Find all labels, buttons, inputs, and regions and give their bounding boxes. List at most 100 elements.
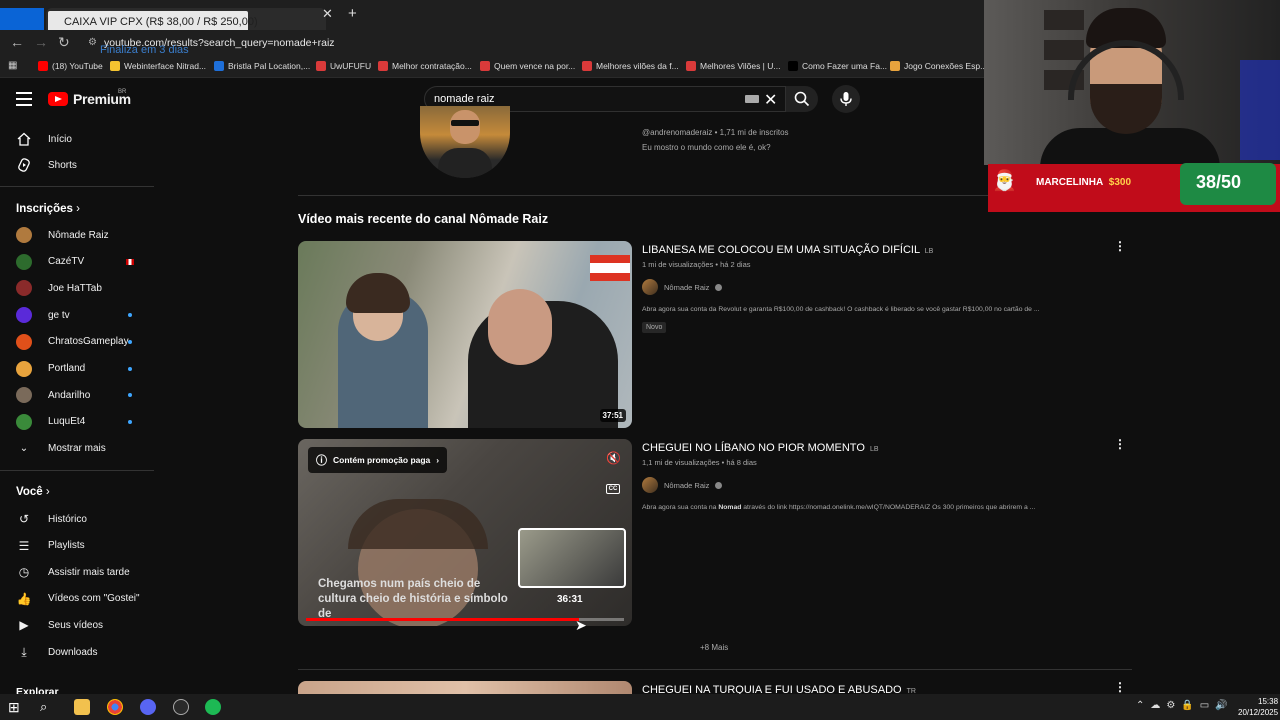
sidebar-item-label: Assistir mais tarde bbox=[48, 566, 130, 578]
sidebar-item-label: Downloads bbox=[48, 646, 98, 658]
youtube-play-icon bbox=[48, 92, 68, 106]
voice-search-button[interactable] bbox=[832, 85, 860, 113]
bookmark-label: Como Fazer uma Fa... bbox=[802, 61, 888, 71]
you-heading-label: Você bbox=[16, 486, 43, 498]
sidebar-subscription-item[interactable]: Nômade Raiz bbox=[16, 222, 146, 248]
bookmark-item[interactable]: Como Fazer uma Fa... bbox=[788, 61, 887, 71]
bookmark-favicon-icon bbox=[110, 61, 120, 71]
clock-time: 15:38 bbox=[1258, 697, 1279, 706]
sidebar-item-download[interactable]: ⤓ Downloads bbox=[16, 639, 146, 665]
you-heading[interactable]: Você › bbox=[16, 486, 50, 498]
bookmark-item[interactable]: Melhores Vilões | U... bbox=[686, 61, 780, 71]
search-icon[interactable]: ⌕ bbox=[40, 699, 56, 715]
app-icon[interactable] bbox=[140, 699, 156, 715]
clear-search-icon[interactable]: ✕ bbox=[764, 90, 777, 110]
sidebar-item-label: Portland bbox=[48, 363, 86, 374]
back-icon[interactable]: ← bbox=[10, 34, 24, 50]
sidebar-item-label: Joe HaTTab bbox=[48, 282, 102, 294]
seek-preview-time: 36:31 bbox=[557, 594, 583, 605]
sidebar-item-label: Vídeos com "Gostei" bbox=[48, 593, 140, 605]
sidebar-item-label: LuquEt4 bbox=[48, 416, 86, 428]
channel-avatar[interactable] bbox=[420, 106, 510, 178]
chevron-down-icon: ⌄ bbox=[19, 442, 29, 454]
close-tab-icon[interactable]: ✕ bbox=[322, 6, 333, 22]
sidebar-item-label: Shorts bbox=[48, 159, 77, 171]
video-thumbnail[interactable] bbox=[298, 681, 632, 694]
channel-avatar-icon bbox=[16, 280, 32, 297]
bookmark-item[interactable]: Bristla Pal Location,... bbox=[214, 61, 310, 71]
mute-icon[interactable]: 🔇 bbox=[606, 451, 621, 465]
new-content-dot bbox=[128, 419, 132, 424]
obs-icon[interactable] bbox=[173, 699, 189, 715]
sidebar-item-label: Playlists bbox=[48, 540, 85, 552]
forward-icon[interactable]: → bbox=[34, 34, 48, 50]
mouse-cursor-icon: ➤ bbox=[575, 617, 587, 633]
sidebar-item-label: Nômade Raiz bbox=[48, 229, 109, 241]
sidebar-item-watch-later[interactable]: ◷ Assistir mais tarde bbox=[16, 559, 146, 585]
sidebar-subscription-item[interactable]: ge tv bbox=[16, 302, 146, 328]
video-channel[interactable]: Nômade Raiz bbox=[642, 279, 723, 295]
spotify-icon[interactable] bbox=[205, 699, 221, 715]
video-thumbnail[interactable]: 37:51 bbox=[298, 241, 632, 428]
sidebar-item-like[interactable]: 👍 Vídeos com "Gostei" bbox=[16, 586, 146, 612]
windows-start-icon[interactable]: ⊞ bbox=[8, 699, 24, 715]
bookmark-item[interactable]: Melhor contratação... bbox=[378, 61, 472, 71]
bookmark-item[interactable]: Quem vence na por... bbox=[480, 61, 575, 71]
channel-description: Eu mostro o mundo como ele é, ok? bbox=[642, 143, 771, 152]
more-actions-icon[interactable]: ⋮ bbox=[1114, 680, 1126, 694]
donor-name: MARCELINHA bbox=[1036, 177, 1104, 188]
video-title[interactable]: CHEGUEI NO LÍBANO NO PIOR MOMENTO LB bbox=[642, 442, 879, 454]
system-tray-icons[interactable]: ⌃☁⚙🔒▭🔊 bbox=[1136, 700, 1234, 711]
sidebar-subscription-item[interactable]: Portland bbox=[16, 356, 146, 382]
file-explorer-icon[interactable] bbox=[74, 699, 90, 715]
paid-promotion-chip[interactable]: ⓘ Contém promoção paga › bbox=[308, 447, 448, 473]
more-videos-link[interactable]: +8 Mais bbox=[700, 643, 728, 652]
sidebar-subscription-item[interactable]: LuquEt4 bbox=[16, 409, 146, 435]
sidebar-item-shorts[interactable]: Shorts bbox=[16, 152, 146, 178]
more-actions-icon[interactable]: ⋮ bbox=[1114, 239, 1126, 253]
download-icon: ⤓ bbox=[21, 644, 27, 659]
bookmark-favicon-icon bbox=[480, 61, 490, 71]
apps-grid-icon[interactable]: ▦ bbox=[8, 60, 17, 71]
channel-avatar-icon bbox=[16, 333, 32, 350]
video-title-text: CHEGUEI NO LÍBANO NO PIOR MOMENTO bbox=[642, 442, 865, 454]
sidebar-item-playlists[interactable]: ☰ Playlists bbox=[16, 533, 146, 559]
subscriptions-heading[interactable]: Inscrições › bbox=[16, 203, 80, 215]
chevron-right-icon: › bbox=[45, 486, 50, 498]
bookmark-item[interactable]: Jogo Conexões Esp... bbox=[890, 61, 987, 71]
video-description: Abra agora sua conta na Nomad através do… bbox=[642, 504, 1035, 511]
bookmark-item[interactable]: (18) YouTube bbox=[38, 61, 103, 71]
live-caption: Chegamos num país cheio de cultura cheio… bbox=[318, 578, 508, 620]
video-channel[interactable]: Nômade Raiz bbox=[642, 477, 723, 493]
sidebar-subscription-item[interactable]: ChratosGameplay bbox=[16, 329, 146, 355]
reload-icon[interactable]: ↻ bbox=[58, 34, 70, 51]
keyboard-icon[interactable] bbox=[745, 95, 759, 103]
progress-bar-fill bbox=[306, 618, 580, 621]
bookmark-item[interactable]: Melhores vilões da f... bbox=[582, 61, 679, 71]
history-icon: ↺ bbox=[18, 512, 30, 526]
sidebar-item-history[interactable]: ↺ Histórico bbox=[16, 506, 146, 532]
chrome-icon[interactable] bbox=[107, 699, 123, 715]
sidebar-item-home[interactable]: Início bbox=[16, 126, 146, 152]
channel-avatar-small bbox=[642, 279, 658, 295]
channel-avatar-icon bbox=[16, 307, 32, 324]
channel-handle: @andrenomaderaiz • 1,71 mi de inscritos bbox=[642, 128, 789, 137]
bookmark-label: Webinterface Nitrad... bbox=[124, 61, 207, 71]
goal-counter: 38/50 bbox=[1196, 172, 1242, 192]
hamburger-menu-icon[interactable] bbox=[16, 92, 32, 110]
captions-icon[interactable]: CC bbox=[606, 484, 620, 494]
sidebar-subscription-item[interactable]: Andarilho bbox=[16, 382, 146, 408]
more-actions-icon[interactable]: ⋮ bbox=[1114, 437, 1126, 451]
description-part: Abra agora sua conta na bbox=[642, 504, 719, 511]
video-title[interactable]: LIBANESA ME COLOCOU EM UMA SITUAÇÃO DIFÍ… bbox=[642, 244, 933, 256]
search-button[interactable] bbox=[786, 86, 818, 112]
sidebar-subscription-item[interactable]: Joe HaTTab bbox=[16, 275, 146, 301]
bookmark-favicon-icon bbox=[686, 61, 696, 71]
bookmark-label: Melhores vilões da f... bbox=[596, 61, 679, 71]
bookmark-item[interactable]: UwUFUFU bbox=[316, 61, 371, 71]
sidebar-item-your-videos[interactable]: ▶ Seus vídeos bbox=[16, 612, 146, 638]
taskbar-clock[interactable]: 15:38 20/12/2025 bbox=[1238, 696, 1278, 718]
new-tab-icon[interactable]: + bbox=[348, 5, 357, 22]
bookmark-item[interactable]: Webinterface Nitrad... bbox=[110, 61, 206, 71]
show-more-button[interactable]: ⌄ Mostrar mais bbox=[16, 435, 146, 461]
